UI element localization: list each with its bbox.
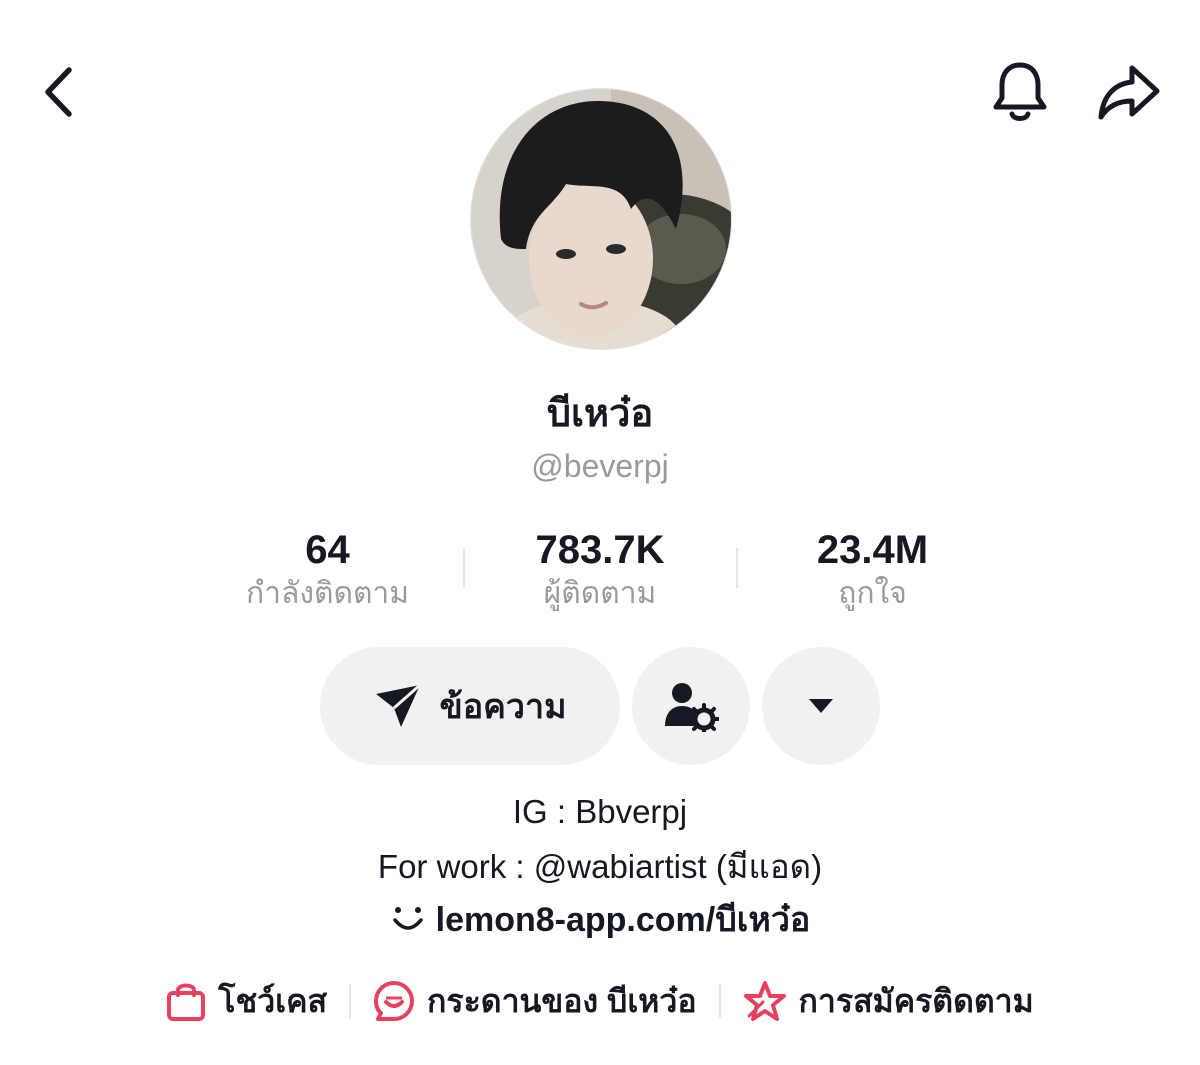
notification-button[interactable] (988, 58, 1052, 126)
tab-divider (718, 984, 721, 1018)
share-button[interactable] (1094, 60, 1164, 124)
profile-tabs: โชว์เคส กระดานของ บีเหว๋อ การสมัครติดตาม (0, 970, 1200, 1032)
stat-followers-label: ผู้ติดตาม (543, 577, 657, 610)
stat-divider (736, 548, 738, 588)
caret-down-icon (809, 699, 833, 713)
stat-likes[interactable]: 23.4M ถูกใจ (770, 526, 975, 614)
chevron-left-icon (45, 67, 72, 117)
stat-followers[interactable]: 783.7K ผู้ติดตาม (495, 526, 705, 614)
stat-divider (463, 548, 465, 588)
bio-link[interactable]: lemon8-app.com/บีเหว๋อ (0, 892, 1200, 946)
more-options-button[interactable] (762, 647, 880, 765)
stat-following-value: 64 (305, 528, 350, 572)
stat-followers-value: 783.7K (535, 528, 665, 572)
username: @beverpj (531, 448, 669, 484)
smile-link-icon (392, 907, 423, 930)
user-settings-icon (665, 683, 719, 732)
tab-board-label: กระดานของ บีเหว๋อ (427, 982, 697, 1019)
profile-photo (471, 89, 731, 349)
bell-icon (993, 62, 1047, 121)
tab-board[interactable]: กระดานของ บีเหว๋อ (373, 976, 697, 1027)
shopping-bag-icon (167, 983, 206, 1021)
stat-likes-value: 23.4M (816, 528, 929, 572)
tab-subscription[interactable]: การสมัครติดตาม (743, 976, 1034, 1027)
back-button[interactable] (30, 60, 86, 124)
stat-following-label: กำลังติดตาม (245, 577, 410, 610)
stat-likes-label: ถูกใจ (838, 577, 907, 610)
bio-link-text[interactable]: lemon8-app.com/บีเหว๋อ (436, 892, 811, 946)
friend-settings-button[interactable] (632, 647, 750, 765)
chat-bubble-icon (374, 981, 415, 1021)
tab-showcase-label: โชว์เคส (218, 982, 328, 1019)
star-icon (743, 981, 786, 1021)
tab-showcase[interactable]: โชว์เคส (166, 976, 327, 1027)
share-arrow-icon (1098, 65, 1160, 120)
bio-line-ig: IG : Bbverpj (512, 793, 688, 830)
bio-line-work: For work : @wabiartist (มีแอด) (377, 848, 823, 885)
message-button[interactable]: ข้อความ (320, 647, 620, 765)
tab-subscription-label: การสมัครติดตาม (798, 982, 1034, 1019)
display-name: บีเหว๋อ (546, 393, 654, 435)
avatar[interactable] (470, 88, 732, 350)
tab-divider (349, 984, 352, 1018)
send-icon (376, 683, 422, 727)
message-button-label: ข้อความ (439, 688, 567, 726)
stat-following[interactable]: 64 กำลังติดตาม (225, 526, 430, 614)
